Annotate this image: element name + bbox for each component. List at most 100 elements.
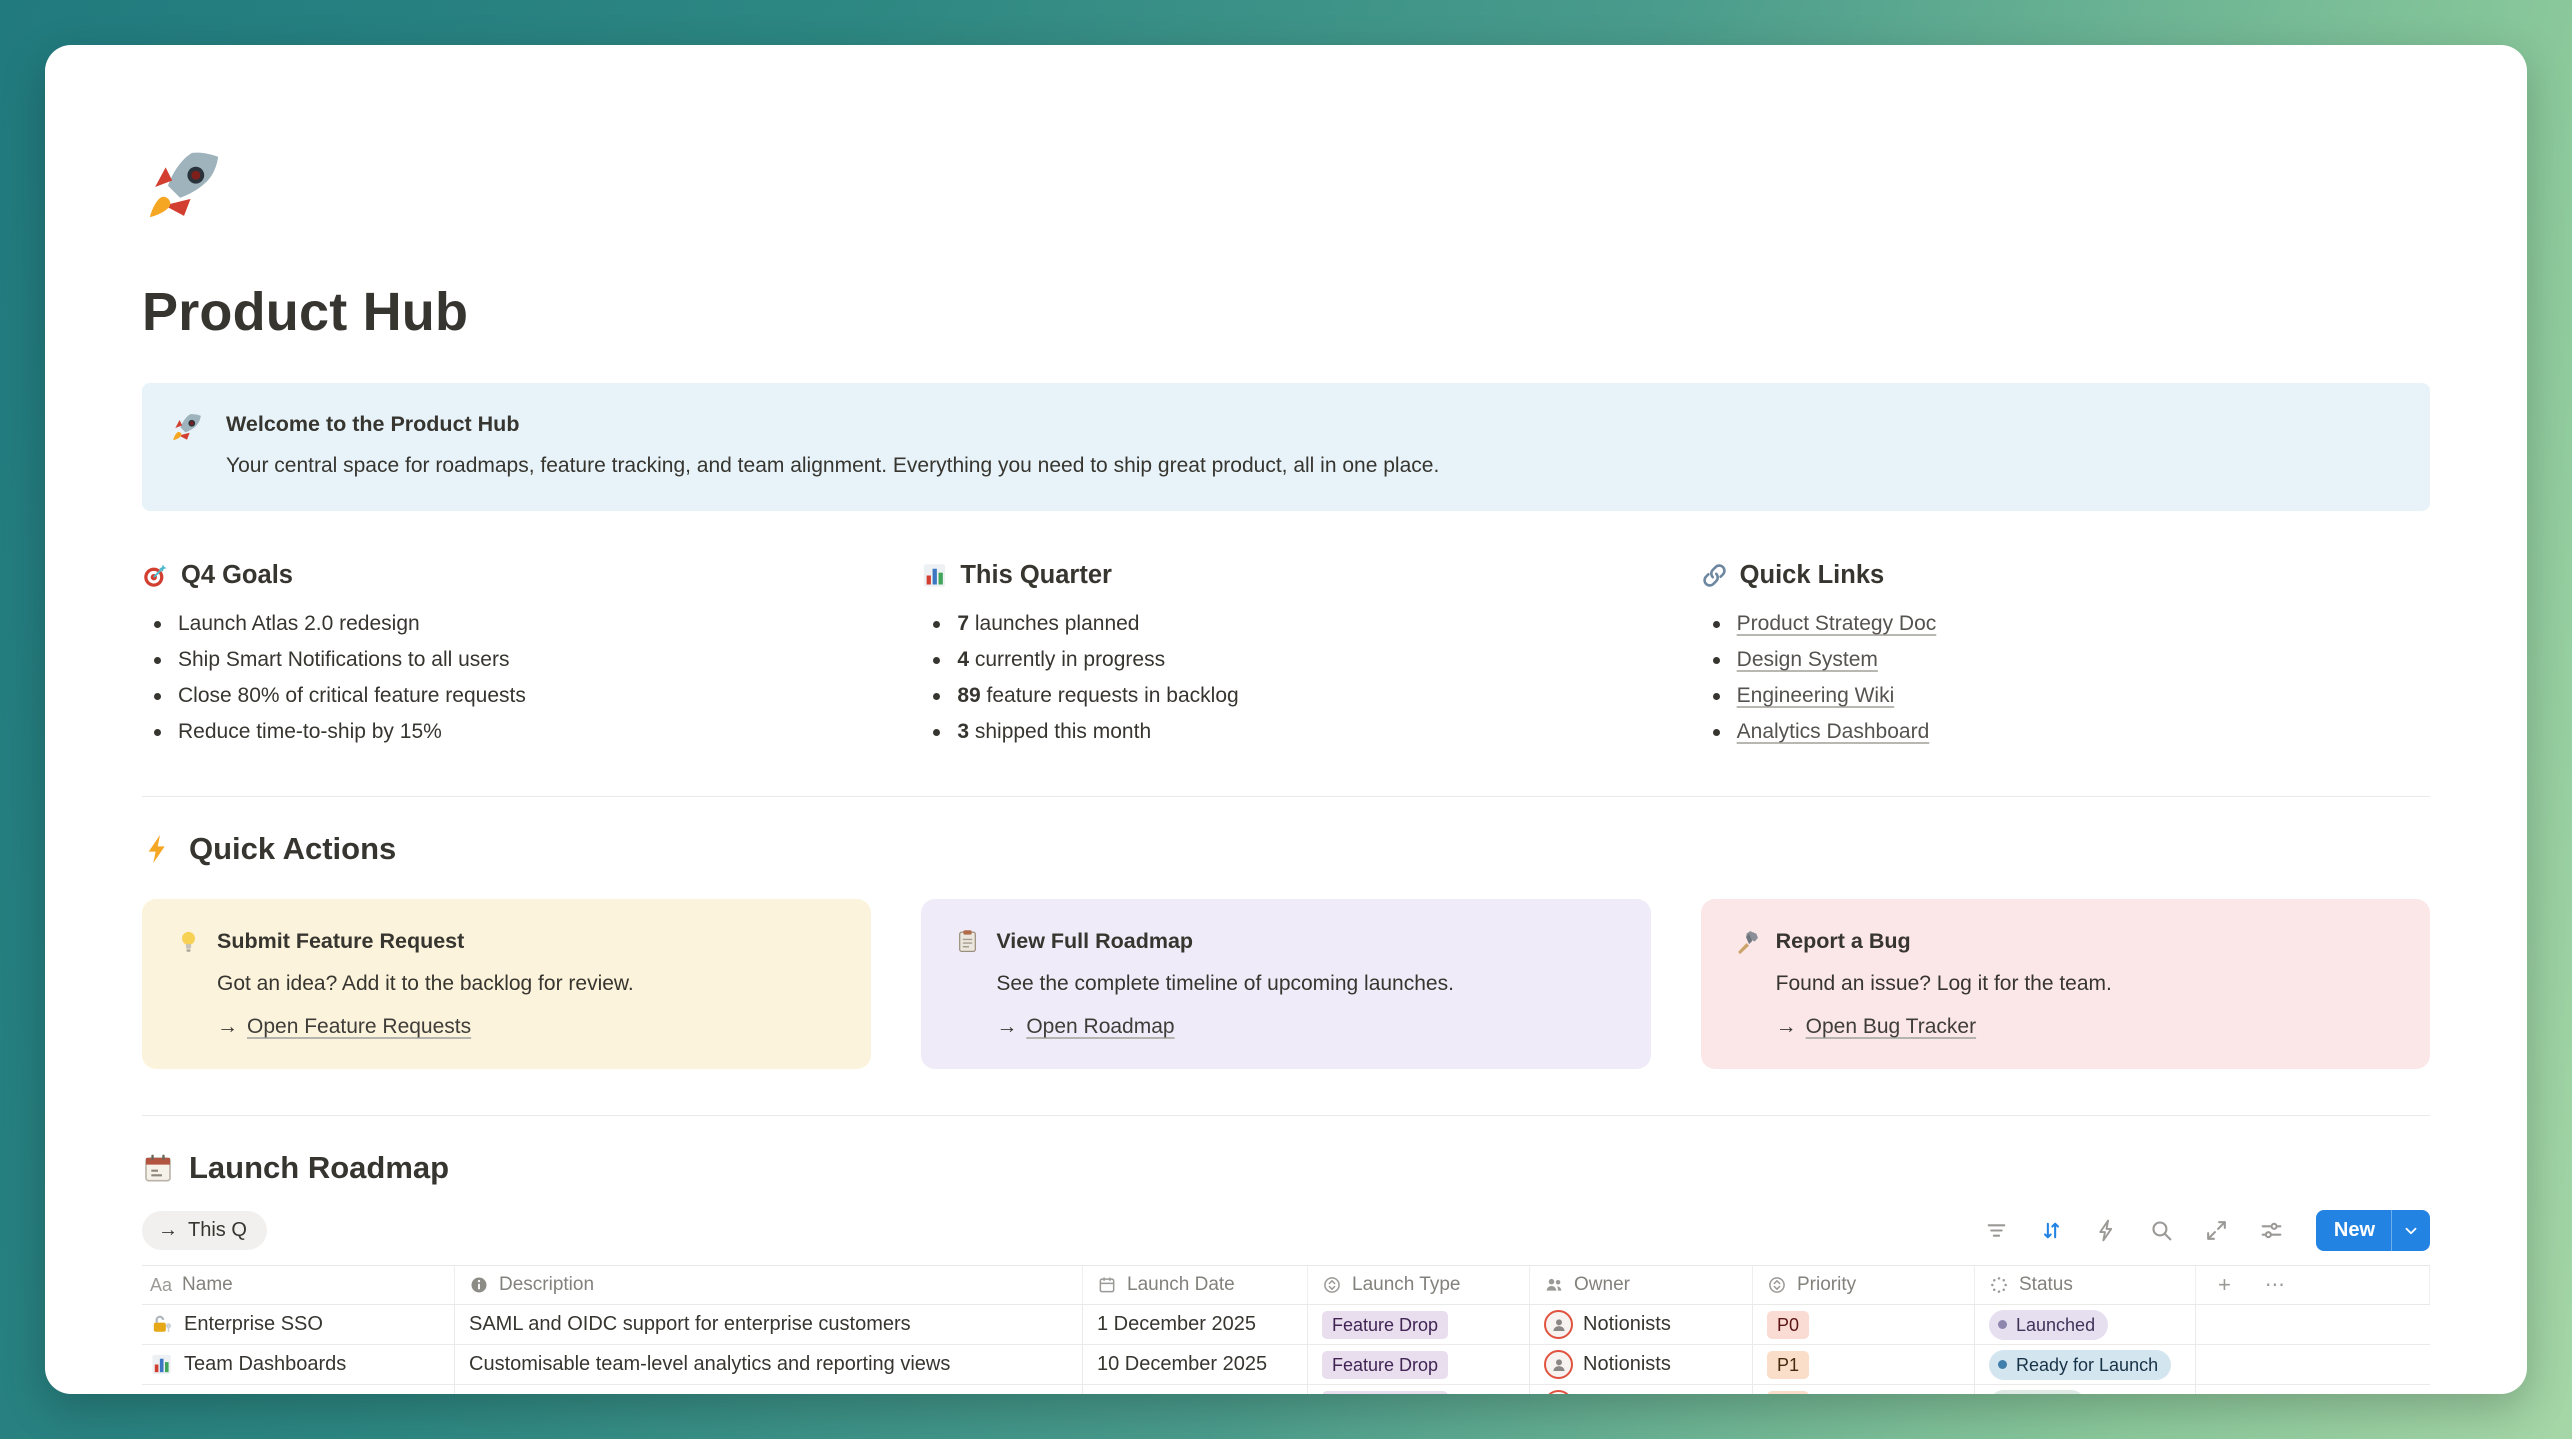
list-item: Close 80% of critical feature requests bbox=[142, 678, 871, 714]
welcome-callout: Welcome to the Product Hub Your central … bbox=[142, 383, 2430, 511]
add-column-button[interactable]: + bbox=[2206, 1274, 2243, 1296]
quick-link[interactable]: Analytics Dashboard bbox=[1737, 720, 1930, 743]
arrow-right-icon: → bbox=[217, 1015, 238, 1038]
status-property-icon bbox=[1989, 1275, 2009, 1295]
table-row[interactable]: Team DashboardsCustomisable team-level a… bbox=[142, 1345, 2430, 1385]
card-title: Report a Bug bbox=[1776, 929, 1911, 954]
callout-description: Your central space for roadmaps, feature… bbox=[226, 451, 1439, 481]
expand-icon[interactable] bbox=[2204, 1218, 2229, 1243]
new-button[interactable]: New bbox=[2316, 1210, 2430, 1251]
bullet-dot bbox=[933, 621, 940, 628]
card-link[interactable]: Open Feature Requests bbox=[247, 1015, 471, 1038]
launch-date-cell[interactable]: 10 December 2025 bbox=[1083, 1345, 1308, 1384]
name-cell[interactable]: Team Dashboards bbox=[142, 1345, 455, 1384]
list-item: Reduce time-to-ship by 15% bbox=[142, 714, 871, 750]
column-header-description[interactable]: Description bbox=[455, 1266, 1083, 1304]
column-header-label: Priority bbox=[1797, 1274, 1856, 1296]
view-settings-icon[interactable] bbox=[2259, 1218, 2284, 1243]
column-header-status[interactable]: Status bbox=[1975, 1266, 2196, 1304]
owner-cell[interactable]: Notionists bbox=[1530, 1385, 1753, 1394]
column-header-launch-date[interactable]: Launch Date bbox=[1083, 1266, 1308, 1304]
name-cell[interactable]: Enterprise SSO bbox=[142, 1305, 455, 1344]
bullet-dot bbox=[154, 693, 161, 700]
bullet-list: 7 launches planned4 currently in progres… bbox=[921, 606, 1650, 750]
priority-cell[interactable]: P1 bbox=[1753, 1385, 1975, 1394]
card-description: Found an issue? Log it for the team. bbox=[1776, 970, 2396, 998]
column-header-launch-type[interactable]: Launch Type bbox=[1308, 1266, 1530, 1304]
calendar-icon bbox=[142, 1152, 174, 1184]
search-icon[interactable] bbox=[2149, 1218, 2174, 1243]
description-cell[interactable]: SAML and OIDC support for enterprise cus… bbox=[455, 1305, 1083, 1344]
launch-date-cell[interactable]: 1 December 2025 bbox=[1083, 1305, 1308, 1344]
new-button-chevron[interactable] bbox=[2391, 1210, 2430, 1251]
expand-icon bbox=[2204, 1218, 2229, 1243]
priority-tag: P1 bbox=[1767, 1351, 1809, 1379]
quick-link[interactable]: Engineering Wiki bbox=[1737, 684, 1895, 707]
launch-type-cell[interactable]: Feature Drop bbox=[1308, 1345, 1530, 1384]
list-item: Launch Atlas 2.0 redesign bbox=[142, 606, 871, 642]
quick-link[interactable]: Product Strategy Doc bbox=[1737, 612, 1937, 635]
card-title: Submit Feature Request bbox=[217, 929, 464, 954]
link-icon bbox=[1701, 562, 1728, 589]
description-cell[interactable]: AI-powered notification preferences and … bbox=[455, 1385, 1083, 1394]
bell-icon bbox=[150, 1393, 173, 1394]
quick-link[interactable]: Design System bbox=[1737, 648, 1878, 671]
launch-type-cell[interactable]: Feature Drop bbox=[1308, 1385, 1530, 1394]
bullet-list: Launch Atlas 2.0 redesignShip Smart Noti… bbox=[142, 606, 871, 750]
owner-cell[interactable]: Notionists bbox=[1530, 1305, 1753, 1344]
table-header-row: AaNameDescriptionLaunch DateLaunch Type O… bbox=[142, 1266, 2430, 1305]
action-card-submit-feature-request[interactable]: Submit Feature RequestGot an idea? Add i… bbox=[142, 899, 871, 1069]
database-toolbar: → This Q New bbox=[142, 1210, 2430, 1266]
table-row[interactable]: Smart NotificationsAI-powered notificati… bbox=[142, 1385, 2430, 1394]
list-item: 4 currently in progress bbox=[921, 642, 1650, 678]
bullet-dot bbox=[154, 729, 161, 736]
people-property-icon bbox=[1544, 1275, 1564, 1295]
clipboard-icon bbox=[955, 929, 980, 954]
launch-roadmap-table: AaNameDescriptionLaunch DateLaunch Type O… bbox=[142, 1266, 2430, 1394]
card-title: View Full Roadmap bbox=[996, 929, 1193, 954]
list-item: 3 shipped this month bbox=[921, 714, 1650, 750]
overview-column-this-quarter: This Quarter7 launches planned4 currentl… bbox=[921, 561, 1650, 750]
info-property-icon bbox=[469, 1275, 489, 1295]
more-options-button[interactable]: ⋯ bbox=[2253, 1275, 2299, 1295]
select-property-icon bbox=[1767, 1275, 1787, 1295]
bullet-dot bbox=[933, 729, 940, 736]
column-header-name[interactable]: AaName bbox=[142, 1266, 455, 1304]
bullet-dot bbox=[933, 693, 940, 700]
card-link[interactable]: Open Bug Tracker bbox=[1806, 1015, 1976, 1038]
automations-icon[interactable] bbox=[2094, 1218, 2119, 1243]
priority-cell[interactable]: P0 bbox=[1753, 1305, 1975, 1344]
filter-icon[interactable] bbox=[1984, 1218, 2009, 1243]
list-item: Product Strategy Doc bbox=[1701, 606, 2430, 642]
name-cell[interactable]: Smart Notifications bbox=[142, 1385, 455, 1394]
action-card-report-a-bug[interactable]: Report a Bug Found an issue? Log it for t… bbox=[1701, 899, 2430, 1069]
description-cell[interactable]: Customisable team-level analytics and re… bbox=[455, 1345, 1083, 1384]
status-cell[interactable]: Ready for Launch bbox=[1975, 1345, 2196, 1384]
owner-cell[interactable]: Notionists bbox=[1530, 1345, 1753, 1384]
list-item: 7 launches planned bbox=[921, 606, 1650, 642]
status-cell[interactable]: Launched bbox=[1975, 1305, 2196, 1344]
bar-chart-icon bbox=[150, 1353, 173, 1376]
page-icon[interactable] bbox=[142, 145, 2430, 229]
launch-type-cell[interactable]: Feature Drop bbox=[1308, 1305, 1530, 1344]
status-dot bbox=[1998, 1360, 2007, 1369]
status-pill: Launched bbox=[1989, 1310, 2108, 1340]
priority-cell[interactable]: P1 bbox=[1753, 1345, 1975, 1384]
card-link[interactable]: Open Roadmap bbox=[1026, 1015, 1174, 1038]
column-header-priority[interactable]: Priority bbox=[1753, 1266, 1975, 1304]
sort-icon[interactable] bbox=[2039, 1218, 2064, 1243]
cal-ui-property-icon bbox=[1097, 1275, 1117, 1295]
view-tab-this-q[interactable]: → This Q bbox=[142, 1211, 267, 1250]
status-cell[interactable]: Testing bbox=[1975, 1385, 2196, 1394]
column-header-label: Owner bbox=[1574, 1274, 1630, 1296]
target-icon bbox=[142, 562, 169, 589]
launch-date-cell[interactable]: 15 December 2025 bbox=[1083, 1385, 1308, 1394]
status-pill: Testing bbox=[1989, 1390, 2086, 1395]
table-row[interactable]: Enterprise SSOSAML and OIDC support for … bbox=[142, 1305, 2430, 1345]
launch-type-tag: Feature Drop bbox=[1322, 1391, 1448, 1395]
person-icon bbox=[1550, 1316, 1568, 1334]
bullet-dot bbox=[154, 621, 161, 628]
action-card-view-full-roadmap[interactable]: View Full RoadmapSee the complete timeli… bbox=[921, 899, 1650, 1069]
column-header-owner[interactable]: Owner bbox=[1530, 1266, 1753, 1304]
quick-action-cards: Submit Feature RequestGot an idea? Add i… bbox=[142, 899, 2430, 1069]
